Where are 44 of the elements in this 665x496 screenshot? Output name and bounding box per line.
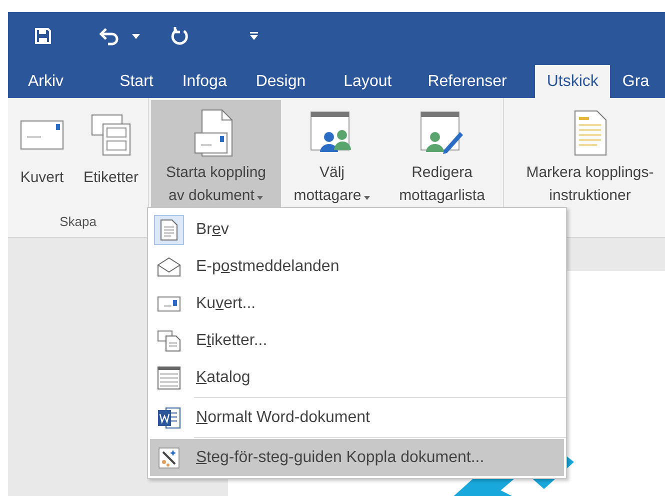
- caret-icon[interactable]: [132, 34, 140, 38]
- ribbon-button[interactable]: Etiketter: [76, 100, 146, 207]
- ribbon-tab[interactable]: Arkiv: [16, 65, 76, 98]
- envelope-icon: [157, 296, 181, 312]
- save-icon[interactable]: [34, 27, 52, 45]
- word-icon: [157, 406, 181, 430]
- menu-item[interactable]: Katalog: [150, 359, 564, 396]
- menu-item-label: Steg-för-steg-guiden Koppla dokument...: [196, 448, 484, 466]
- menu-item[interactable]: Brev: [150, 211, 564, 248]
- ribbon-tab[interactable]: Design: [244, 65, 318, 98]
- menu-item-label: Katalog: [196, 368, 250, 386]
- ribbon-button[interactable]: Redigera mottagarlista: [383, 100, 501, 207]
- ribbon-tab[interactable]: Start: [108, 65, 166, 98]
- document-icon: [160, 218, 178, 240]
- menu-item[interactable]: Etiketter...: [150, 322, 564, 359]
- menu-item[interactable]: E-postmeddelanden: [150, 248, 564, 285]
- labels-icon: [157, 330, 181, 352]
- envelope-icon: [20, 120, 64, 150]
- envelope-icon: [157, 256, 181, 276]
- ribbon-button[interactable]: Kuvert: [10, 100, 74, 207]
- ribbon-tab[interactable]: Layout: [332, 65, 404, 98]
- customize-icon[interactable]: [250, 32, 258, 40]
- menu-item-label: Kuvert...: [196, 294, 256, 312]
- group-label: Skapa: [58, 213, 98, 231]
- redo-icon[interactable]: [170, 26, 190, 46]
- wizard-icon: [158, 446, 180, 468]
- ribbon-button[interactable]: Markera kopplings- instruktioner: [510, 100, 665, 207]
- ribbon-tab[interactable]: Referenser: [416, 65, 519, 98]
- menu-item-label: Normalt Word-dokument: [196, 408, 370, 426]
- menu-item[interactable]: Kuvert...: [150, 285, 564, 322]
- menu-item-label: E-postmeddelanden: [196, 258, 340, 276]
- ribbon-tab[interactable]: Utskick: [534, 65, 610, 98]
- menu-item[interactable]: Normalt Word-dokument: [150, 399, 564, 436]
- menu-item-label: Etiketter...: [196, 332, 268, 350]
- labels-icon: [91, 114, 131, 156]
- ribbon-tab[interactable]: Gra: [610, 65, 662, 98]
- menu-item-label: Brev: [196, 220, 229, 238]
- edit-recipients-icon: [420, 110, 464, 156]
- menu-item[interactable]: Steg-för-steg-guiden Koppla dokument...: [150, 439, 564, 476]
- undo-icon[interactable]: [98, 26, 120, 46]
- ribbon-tab[interactable]: Infoga: [170, 65, 239, 98]
- ribbon-button[interactable]: Starta koppling av dokument: [151, 100, 281, 207]
- ribbon-button[interactable]: Välj mottagare: [283, 100, 381, 207]
- list-icon: [157, 366, 181, 390]
